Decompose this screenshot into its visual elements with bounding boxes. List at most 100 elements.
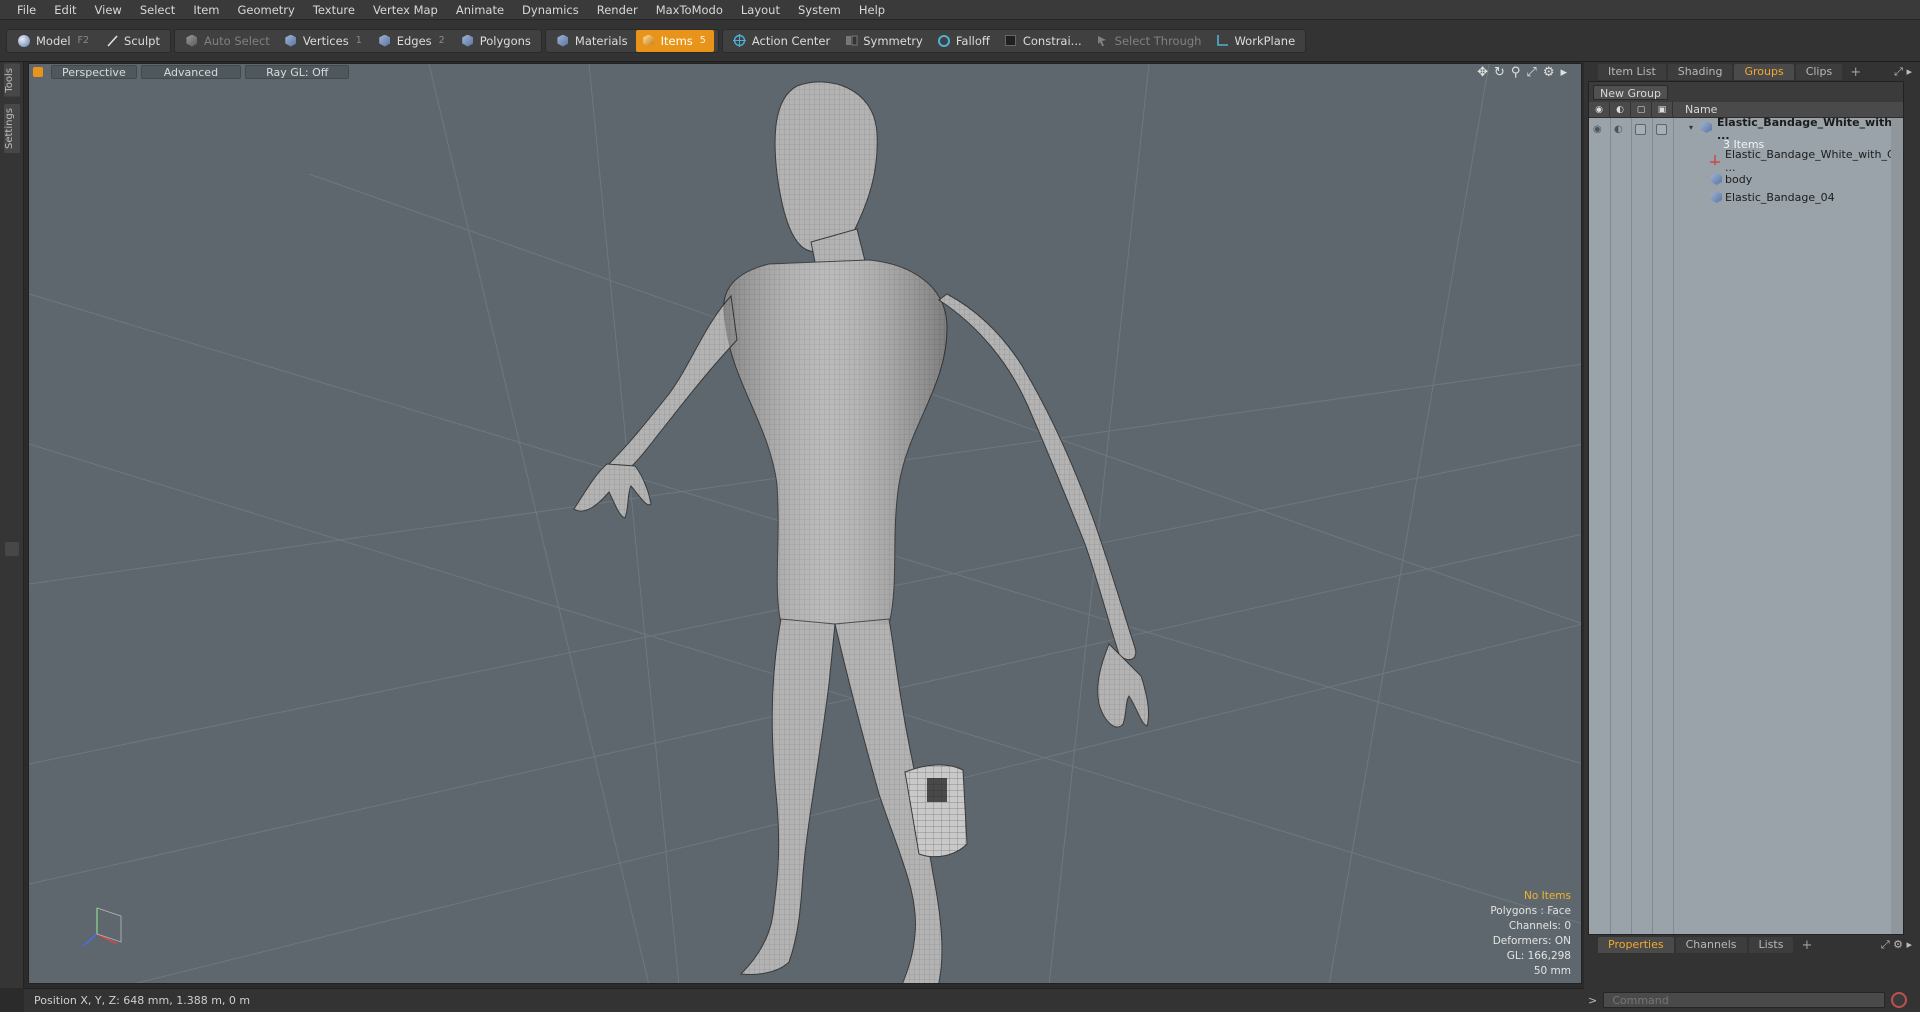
add-bottom-tab-icon[interactable]: +	[1795, 938, 1818, 953]
locator-icon	[1709, 154, 1721, 169]
menu-layout[interactable]: Layout	[732, 0, 789, 20]
materials-button[interactable]: Materials	[550, 30, 634, 52]
settings-tab[interactable]: Settings	[4, 104, 20, 154]
tab-shading[interactable]: Shading	[1667, 64, 1733, 80]
group-lock-checkbox[interactable]	[1635, 123, 1646, 135]
tab-properties[interactable]: Properties	[1598, 937, 1674, 953]
axis-gizmo-icon	[82, 907, 122, 947]
lock-column-icon[interactable]: ▢	[1631, 101, 1652, 118]
sculpt-mode-button[interactable]: Sculpt	[99, 30, 166, 52]
add-tab-icon[interactable]: +	[1844, 65, 1867, 80]
menu-render[interactable]: Render	[588, 0, 647, 20]
3d-viewport[interactable]: Perspective Advanced Ray GL: Off ✥ ↻ ⚲ ⤢…	[28, 63, 1582, 984]
viewport-info-overlay: No Items Polygons : Face Channels: 0 Def…	[1490, 889, 1571, 979]
model-mode-button[interactable]: Model F2	[11, 30, 97, 52]
tree-item-locator[interactable]: Elastic_Bandage_White_with_Cla ...	[1589, 148, 1905, 174]
select-through-icon	[1096, 34, 1110, 48]
tab-item-list[interactable]: Item List	[1598, 64, 1666, 80]
panel-maximize-icon[interactable]: ⤢ ▸	[1894, 65, 1912, 79]
group-icon	[1701, 121, 1712, 136]
bottom-panel-controls-icon[interactable]: ⤢ ⚙ ▸	[1881, 938, 1912, 952]
tab-groups[interactable]: Groups	[1734, 64, 1794, 80]
item-type-group: Materials Items 5	[544, 28, 719, 53]
render-column-icon[interactable]: ◐	[1610, 101, 1631, 118]
raygl-button[interactable]: Ray GL: Off	[245, 65, 350, 79]
menu-geometry[interactable]: Geometry	[229, 0, 304, 20]
polygons-mode-text: Polygons : Face	[1490, 905, 1571, 917]
menu-texture[interactable]: Texture	[304, 0, 364, 20]
vertices-button[interactable]: Vertices 1	[278, 30, 370, 52]
edges-button[interactable]: Edges 2	[372, 30, 453, 52]
action-center-button[interactable]: Action Center	[727, 30, 836, 52]
groups-scrollbar[interactable]	[1891, 118, 1903, 934]
menu-system[interactable]: System	[789, 0, 850, 20]
menu-animate[interactable]: Animate	[447, 0, 513, 20]
menu-help[interactable]: Help	[850, 0, 894, 20]
tree-item-body[interactable]: body	[1589, 170, 1905, 188]
auto-select-label: Auto Select	[203, 33, 270, 48]
selection-group: Auto Select Vertices 1 Edges 2 Polygons	[173, 28, 542, 53]
menu-vertex-map[interactable]: Vertex Map	[364, 0, 447, 20]
group-visibility-icon[interactable]: ◉	[1593, 124, 1602, 135]
rotate-view-icon[interactable]: ↻	[1494, 65, 1505, 80]
menu-edit[interactable]: Edit	[45, 0, 85, 20]
group-select-checkbox[interactable]	[1656, 123, 1667, 135]
tab-channels[interactable]: Channels	[1675, 937, 1747, 953]
scene-canvas	[29, 64, 1581, 983]
polygons-button[interactable]: Polygons	[455, 30, 537, 52]
vertices-label: Vertices	[302, 33, 349, 48]
materials-label: Materials	[574, 33, 628, 48]
viewport-header: Perspective Advanced Ray GL: Off	[29, 64, 1581, 80]
select-column-icon[interactable]: ▣	[1652, 101, 1673, 118]
new-group-button[interactable]: New Group	[1593, 84, 1668, 100]
menu-maxtomodo[interactable]: MaxToModo	[647, 0, 732, 20]
record-macro-icon[interactable]	[1891, 992, 1908, 1008]
menu-dynamics[interactable]: Dynamics	[513, 0, 588, 20]
edges-label: Edges	[396, 33, 432, 48]
perspective-button[interactable]: Perspective	[51, 65, 137, 79]
sculpt-brush-icon	[105, 34, 119, 48]
mesh-icon	[1711, 173, 1722, 188]
items-label: Items	[660, 33, 693, 48]
items-button[interactable]: Items 5	[635, 29, 714, 52]
select-through-label: Select Through	[1114, 33, 1202, 48]
menu-select[interactable]: Select	[131, 0, 184, 20]
deformers-text: Deformers: ON	[1492, 935, 1571, 947]
workplane-button[interactable]: WorkPlane	[1209, 30, 1301, 52]
group-expand-icon[interactable]: ▾	[1689, 123, 1693, 132]
advanced-shading-button[interactable]: Advanced	[140, 65, 242, 79]
edges-shortcut: 2	[438, 35, 445, 46]
tree-item-bandage[interactable]: Elastic_Bandage_04	[1589, 188, 1905, 206]
command-input[interactable]	[1603, 992, 1886, 1008]
tool-options-group: Action Center Symmetry Falloff Constrai.…	[721, 28, 1307, 53]
human-body-mesh	[573, 81, 1150, 983]
auto-select-button[interactable]: Auto Select	[179, 30, 276, 52]
top-tab-bar: Item List Shading Groups Clips + ⤢ ▸	[1584, 62, 1920, 82]
falloff-button[interactable]: Falloff	[931, 30, 996, 52]
model-label: Model	[36, 33, 71, 48]
visibility-column-icon[interactable]: ◉	[1589, 101, 1610, 118]
group-render-icon[interactable]: ◐	[1614, 124, 1623, 135]
symmetry-button[interactable]: Symmetry	[838, 30, 929, 52]
tab-lists[interactable]: Lists	[1748, 937, 1794, 953]
maximize-view-icon[interactable]: ⤢	[1526, 65, 1536, 80]
mode-group: Model F2 Sculpt	[6, 28, 171, 53]
items-shortcut: 5	[699, 35, 706, 46]
collapse-handle[interactable]	[5, 542, 19, 556]
menu-view[interactable]: View	[86, 0, 131, 20]
menu-item[interactable]: Item	[184, 0, 228, 20]
viewport-more-icon[interactable]: ▸	[1560, 65, 1567, 80]
menu-file[interactable]: File	[8, 0, 45, 20]
items-icon	[642, 34, 656, 48]
constraints-button[interactable]: Constrai...	[998, 30, 1088, 52]
falloff-label: Falloff	[955, 33, 990, 48]
tab-clips[interactable]: Clips	[1795, 64, 1843, 80]
viewport-settings-icon[interactable]: ⚙	[1543, 65, 1555, 80]
auto-select-icon	[185, 34, 199, 48]
viewport-menu-icon[interactable]	[33, 67, 43, 77]
select-through-button[interactable]: Select Through	[1090, 30, 1208, 52]
tools-tab[interactable]: Tools	[4, 64, 20, 97]
zoom-view-icon[interactable]: ⚲	[1511, 65, 1521, 80]
move-view-icon[interactable]: ✥	[1477, 65, 1488, 80]
name-column-header[interactable]: Name	[1673, 103, 1717, 116]
